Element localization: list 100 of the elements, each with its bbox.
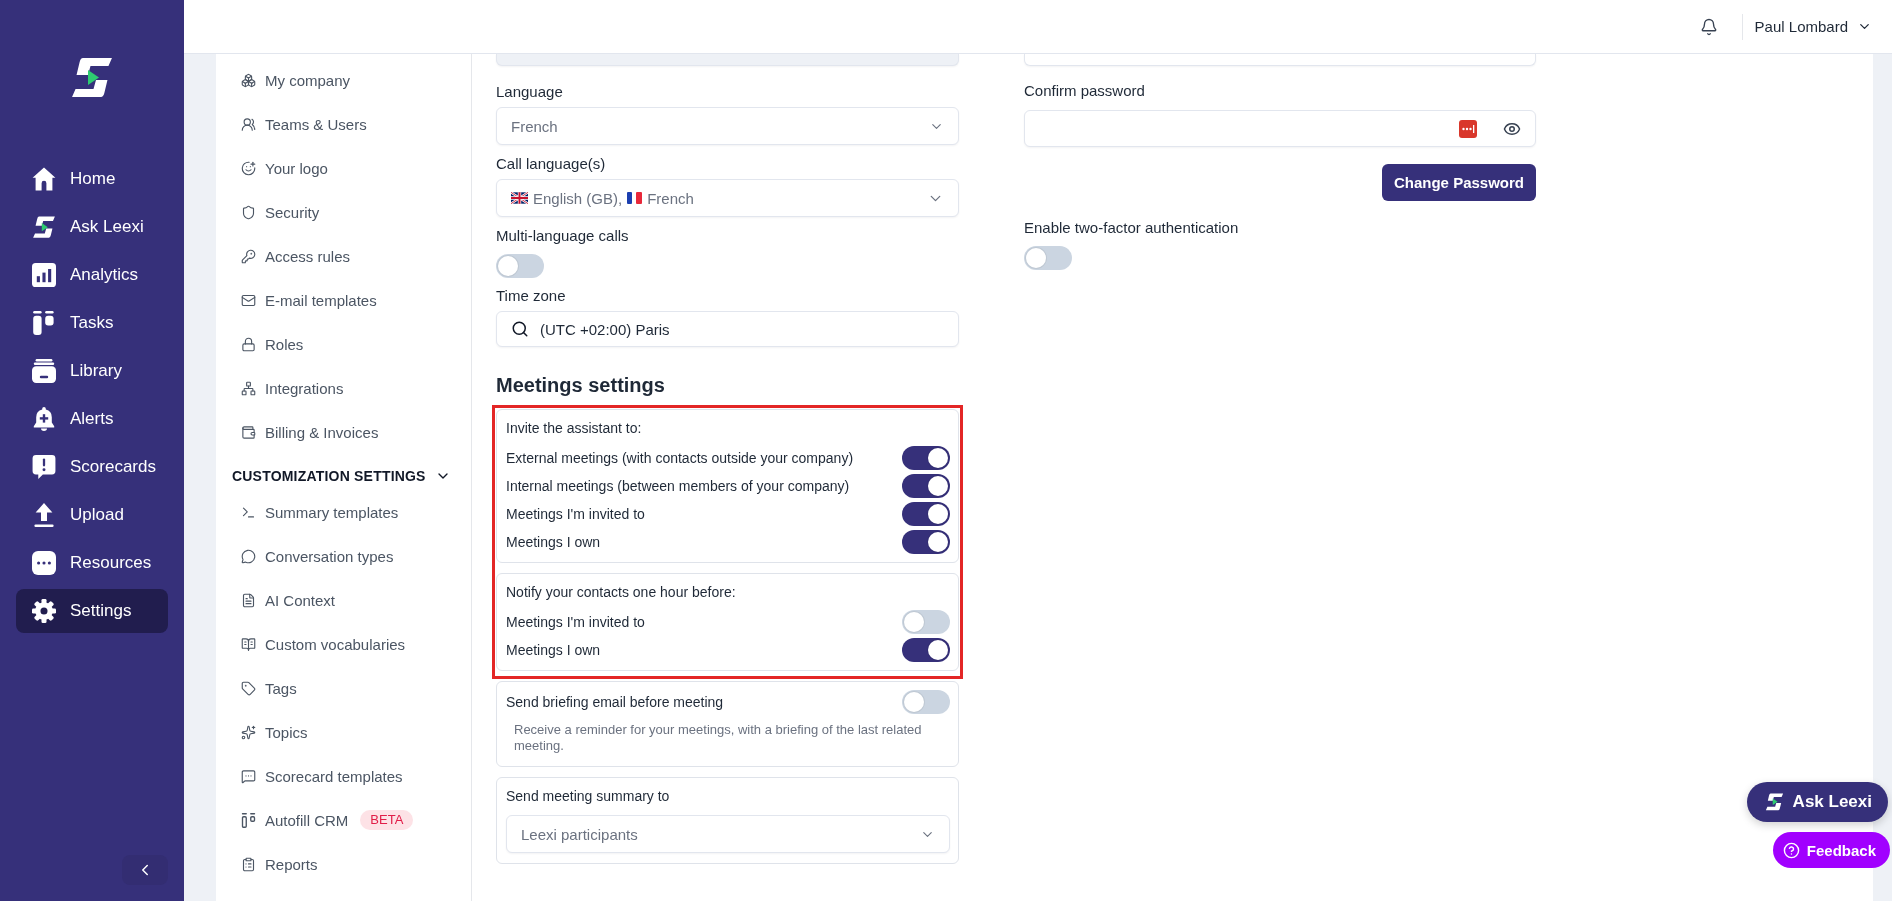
field-label: Confirm password	[1024, 81, 1146, 101]
password-field[interactable]	[1024, 110, 1536, 147]
input-field[interactable]	[1024, 54, 1536, 66]
settings-nav-item[interactable]: Summary templates	[216, 490, 471, 534]
settings-icon	[32, 599, 56, 623]
collapse-button[interactable]	[122, 855, 168, 885]
logo-icon	[1764, 793, 1784, 811]
shield-icon	[241, 204, 256, 220]
toggle-switch[interactable]	[1024, 246, 1072, 270]
sidebar-item[interactable]: Library	[16, 349, 168, 393]
toggle-switch[interactable]	[902, 610, 950, 634]
toggle-switch[interactable]	[902, 638, 950, 662]
select-field[interactable]: English (GB), French	[496, 179, 959, 217]
wallet-icon	[241, 424, 256, 440]
toggle-switch[interactable]	[902, 502, 950, 526]
uk-flag-icon	[511, 192, 528, 204]
option-description: Receive a reminder for your meetings, with a briefing of the last related meeting.	[513, 722, 923, 754]
user-menu-button[interactable]: Paul Lombard	[1754, 18, 1872, 35]
option-label: Meetings I own	[506, 533, 601, 552]
feedback-button[interactable]: Feedback	[1772, 832, 1890, 868]
upload-icon	[32, 503, 56, 527]
book-icon	[241, 636, 256, 652]
sidebar-item[interactable]: Settings	[16, 589, 168, 633]
feature-badge: BETA	[360, 810, 414, 830]
settings-nav-item[interactable]: Integrations	[216, 366, 471, 410]
option-label: Send briefing email before meeting	[506, 693, 724, 712]
select-field[interactable]: French	[496, 107, 959, 145]
sparkles-icon	[241, 724, 256, 740]
toggle-switch[interactable]	[902, 530, 950, 554]
house-icon	[32, 167, 56, 191]
sidebar-item[interactable]: Analytics	[16, 253, 168, 297]
field-label: Call language(s)	[496, 154, 607, 174]
toggle-switch[interactable]	[902, 474, 950, 498]
toggle-switch[interactable]	[902, 690, 950, 714]
notifications-button[interactable]	[1699, 17, 1718, 36]
document-icon	[241, 592, 256, 608]
settings-nav-item[interactable]: Security	[216, 190, 471, 234]
sidebar-item[interactable]: Alerts	[16, 397, 168, 441]
envelope-icon	[241, 292, 256, 308]
sidebar-item[interactable]: Tasks	[16, 301, 168, 345]
settings-nav-item[interactable]: My company	[216, 58, 471, 102]
tag-icon	[241, 680, 256, 696]
bell-icon	[32, 407, 56, 431]
bar-chart-icon	[32, 263, 56, 287]
boxes-icon	[241, 72, 256, 88]
france-flag-icon	[627, 192, 643, 204]
option-label: External meetings (with contacts outside your company)	[506, 449, 854, 468]
option-label: Meetings I'm invited to	[506, 505, 645, 524]
settings-nav-item[interactable]: Teams & Users	[216, 102, 471, 146]
search-field[interactable]: (UTC +02:00) Paris	[496, 311, 959, 347]
clipboard-icon	[241, 856, 256, 872]
toggle-switch[interactable]	[496, 254, 544, 278]
settings-nav-item[interactable]: Access rules	[216, 234, 471, 278]
field-label: Time zone	[496, 286, 567, 306]
search-icon	[511, 320, 529, 338]
terminal-icon	[241, 504, 256, 520]
message-icon	[241, 768, 256, 784]
sidebar-item[interactable]: Ask Leexi	[16, 205, 168, 249]
select-field[interactable]: Leexi participants	[506, 815, 950, 853]
settings-nav-item[interactable]: Roles	[216, 322, 471, 366]
settings-nav-item[interactable]: Autofill CRM BETA	[216, 798, 471, 842]
settings-nav-item[interactable]: Your logo	[216, 146, 471, 190]
section-heading: Meetings settings	[496, 373, 666, 398]
password-dots-icon	[1459, 119, 1477, 138]
users-icon	[241, 116, 256, 132]
kanban-icon	[241, 812, 256, 828]
sidebar-item[interactable]: Upload	[16, 493, 168, 537]
smiley-icon	[241, 160, 256, 176]
input-field[interactable]	[496, 54, 959, 66]
sidebar-item[interactable]: Resources	[16, 541, 168, 585]
field-label: Enable two-factor authentication	[1024, 218, 1240, 238]
sidebar-item[interactable]: Home	[16, 157, 168, 201]
dots-icon	[32, 551, 56, 575]
settings-nav-item[interactable]: Topics	[216, 710, 471, 754]
toggle-switch[interactable]	[902, 446, 950, 470]
archive-icon	[32, 359, 56, 383]
help-icon	[1782, 841, 1800, 859]
settings-nav-item[interactable]: Reports	[216, 842, 471, 886]
settings-nav-item[interactable]: Billing & Invoices	[216, 410, 471, 454]
logo-icon	[32, 215, 56, 239]
settings-nav-item[interactable]: Scorecard templates	[216, 754, 471, 798]
settings-nav-item[interactable]: E-mail templates	[216, 278, 471, 322]
chat-alert-icon	[32, 455, 56, 479]
bell-icon	[1699, 17, 1718, 36]
padlock-icon	[241, 336, 256, 352]
change-password-button[interactable]: Change Password	[1381, 164, 1536, 201]
settings-nav-item[interactable]: Conversation types	[216, 534, 471, 578]
logo-icon	[70, 57, 114, 98]
network-icon	[241, 380, 256, 396]
kanban-icon	[32, 311, 56, 335]
key-icon	[241, 248, 256, 264]
card-title: Invite the assistant to:	[506, 419, 643, 438]
ask-leexi-button[interactable]: Ask Leexi	[1746, 782, 1888, 822]
section-header[interactable]: CUSTOMIZATION SETTINGS	[216, 454, 471, 490]
sidebar-item[interactable]: Scorecards	[16, 445, 168, 489]
settings-nav-item[interactable]: AI Context	[216, 578, 471, 622]
settings-nav-item[interactable]: Custom vocabularies	[216, 622, 471, 666]
field-label: Multi-language calls	[496, 226, 630, 246]
settings-nav-item[interactable]: Tags	[216, 666, 471, 710]
option-label: Meetings I'm invited to	[506, 613, 645, 632]
